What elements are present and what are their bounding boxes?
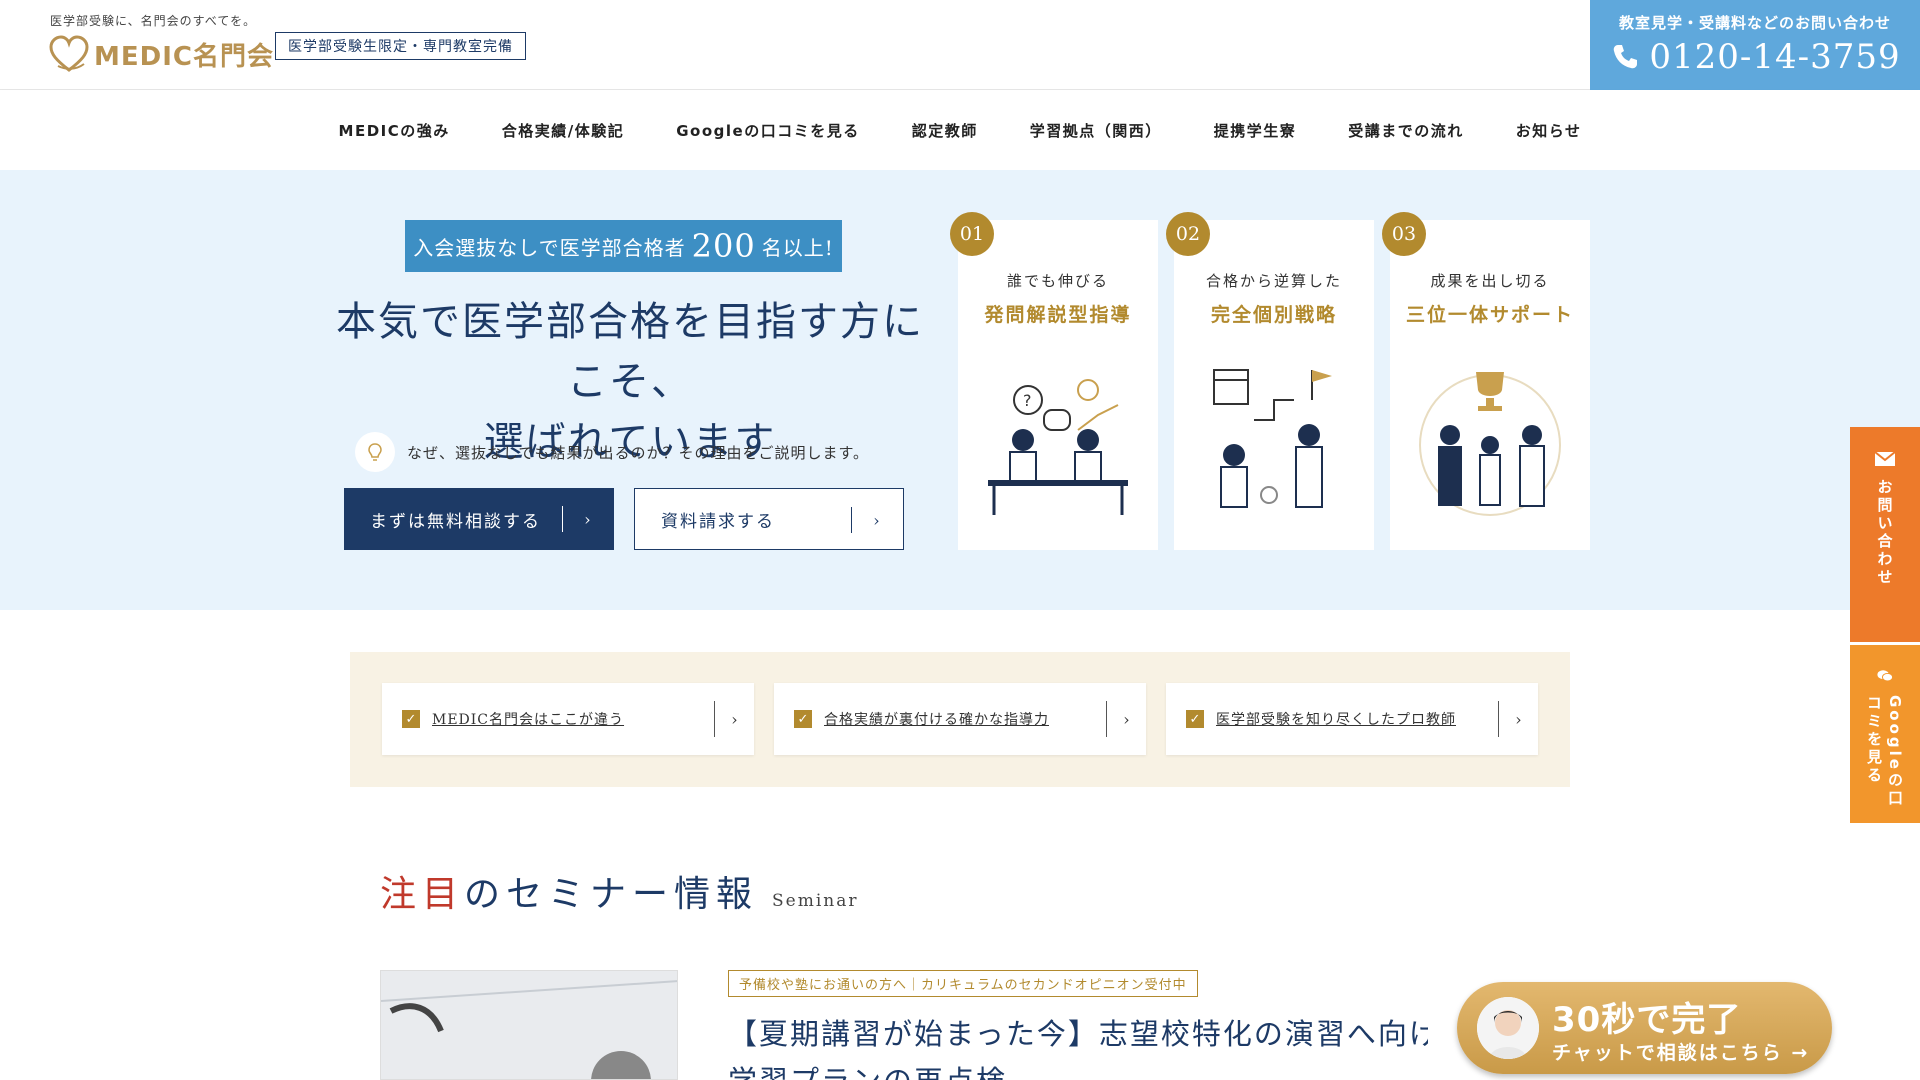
- phone-number[interactable]: 0120-14-3759: [1649, 37, 1900, 77]
- chevron-right-icon: ›: [1106, 701, 1146, 737]
- hero-section: 入会選抜なしで医学部合格者 200 名以上! 本気で医学部合格を目指す方にこそ、…: [0, 170, 1920, 610]
- avatar: [1477, 997, 1539, 1059]
- ribbon-pre: 入会選抜なしで医学部合格者: [413, 235, 686, 260]
- free-consultation-button[interactable]: まずは無料相談する ›: [344, 488, 614, 550]
- request-brochure-button[interactable]: 資料請求する ›: [634, 488, 904, 550]
- side-tab-google-label: Googleの口コミを見る: [1865, 694, 1904, 808]
- nav-item-results[interactable]: 合格実績/体験記: [476, 120, 650, 141]
- chevron-right-icon: ›: [562, 506, 614, 532]
- phone-icon: [1614, 45, 1638, 69]
- nav-item-dormitory[interactable]: 提携学生寮: [1188, 120, 1323, 141]
- trophy-illustration-icon: [1419, 372, 1561, 516]
- quick-link-teachers[interactable]: ✓ 医学部受験を知り尽くしたプロ教師 ›: [1166, 683, 1538, 755]
- feature-number: 02: [1166, 212, 1210, 256]
- seminar-tag: 予備校や塾にお通いの方へ｜カリキュラムのセカンドオピニオン受付中: [728, 970, 1198, 997]
- side-tab-contact[interactable]: お問い合わせ: [1850, 427, 1920, 642]
- seminar-photo-image: [381, 971, 677, 1079]
- nav-item-google-reviews[interactable]: Googleの口コミを見る: [650, 120, 885, 141]
- quick-link-label: 医学部受験を知り尽くしたプロ教師: [1216, 712, 1456, 728]
- phone-contact-box[interactable]: 教室見学・受講料などのお問い合わせ 0120-14-3759: [1590, 0, 1920, 90]
- ribbon-number: 200: [691, 227, 756, 265]
- side-tab-google-reviews[interactable]: Googleの口コミを見る: [1850, 645, 1920, 823]
- quick-link-label: MEDIC名門会はここが違う: [432, 712, 625, 728]
- chevron-right-icon: ›: [714, 701, 754, 737]
- quick-link-label: 合格実績が裏付ける確かな指導力: [824, 712, 1049, 728]
- checkbox-icon: ✓: [402, 710, 420, 728]
- feature-number: 01: [950, 212, 994, 256]
- phone-caption: 教室見学・受講料などのお問い合わせ: [1618, 14, 1891, 32]
- chat-banner-cta: チャットで相談はこちら →: [1552, 1042, 1810, 1064]
- feature-title: 発問解説型指導: [984, 304, 1132, 326]
- checkbox-icon: ✓: [1186, 710, 1204, 728]
- ribbon-post: 名以上!: [761, 235, 834, 260]
- seminar-title[interactable]: 【夏期講習が始まった今】志望校特化の演習へ向け: [728, 1010, 1428, 1058]
- heart-logo-icon: [49, 35, 89, 72]
- side-tab-contact-label: お問い合わせ: [1875, 479, 1894, 587]
- site-header: 医学部受験に、名門会のすべてを。 MEDIC名門会 医学部受験生限定・専門教室完…: [0, 0, 1920, 90]
- logo-text: MEDIC名門会: [94, 41, 274, 72]
- teaching-illustration-icon: ?: [988, 379, 1128, 515]
- free-consultation-label: まずは無料相談する: [370, 511, 541, 532]
- site-tagline: 医学部受験に、名門会のすべてを。: [50, 14, 257, 28]
- nav-item-news[interactable]: お知らせ: [1490, 120, 1608, 141]
- feature-title: 完全個別戦略: [1210, 304, 1337, 326]
- seminar-heading-accent: 注目: [380, 874, 465, 915]
- seminar-heading: 注目のセミナー情報 Seminar: [380, 865, 859, 917]
- seminar-heading-rest: のセミナー情報: [464, 874, 759, 915]
- svg-text:?: ?: [1023, 391, 1032, 410]
- checkbox-icon: ✓: [794, 710, 812, 728]
- feature-card-1[interactable]: 01 誰でも伸びる 発問解説型指導 ?: [950, 212, 1158, 550]
- lightbulb-icon: [355, 432, 395, 472]
- feature-card-3[interactable]: 03 成果を出し切る 三位一体サポート: [1382, 212, 1590, 550]
- strategy-illustration-icon: [1213, 369, 1332, 508]
- nav-item-teachers[interactable]: 認定教師: [886, 120, 1004, 141]
- quick-links-box: ✓ MEDIC名門会はここが違う › ✓ 合格実績が裏付ける確かな指導力 › ✓…: [350, 652, 1570, 787]
- header-badge: 医学部受験生限定・専門教室完備: [275, 32, 526, 60]
- chevron-right-icon: ›: [1498, 701, 1538, 737]
- chat-banner-headline: 30秒で完了: [1552, 1000, 1742, 1040]
- feature-subtitle: 成果を出し切る: [1430, 272, 1550, 290]
- feature-card-2[interactable]: 02 合格から逆算した 完全個別戦略: [1166, 212, 1374, 550]
- chevron-right-icon: ›: [851, 507, 903, 533]
- quick-link-difference[interactable]: ✓ MEDIC名門会はここが違う ›: [382, 683, 754, 755]
- feature-subtitle: 合格から逆算した: [1205, 272, 1342, 290]
- site-logo[interactable]: MEDIC名門会: [48, 34, 274, 74]
- nav-item-flow[interactable]: 受講までの流れ: [1322, 120, 1490, 141]
- nav-item-locations[interactable]: 学習拠点（関西）: [1004, 120, 1188, 141]
- hero-ribbon: 入会選抜なしで医学部合格者 200 名以上!: [405, 220, 842, 272]
- chat-bubble-icon: [1877, 670, 1894, 682]
- feature-number: 03: [1382, 212, 1426, 256]
- chat-consultation-banner[interactable]: 30秒で完了 チャットで相談はこちら →: [1457, 982, 1832, 1074]
- hero-reason[interactable]: なぜ、選抜なしでも結果が出るのか？その理由をご説明します。: [355, 432, 869, 472]
- mail-icon: [1874, 451, 1896, 466]
- quick-link-results[interactable]: ✓ 合格実績が裏付ける確かな指導力 ›: [774, 683, 1146, 755]
- nav-item-strengths[interactable]: MEDICの強み: [313, 120, 476, 141]
- main-nav: MEDICの強み 合格実績/体験記 Googleの口コミを見る 認定教師 学習拠…: [0, 90, 1920, 170]
- hero-title-line1: 本気で医学部合格を目指す方にこそ、: [336, 299, 924, 405]
- seminar-heading-en: Seminar: [772, 891, 859, 911]
- request-brochure-label: 資料請求する: [661, 511, 775, 532]
- feature-title: 三位一体サポート: [1405, 304, 1574, 326]
- feature-subtitle: 誰でも伸びる: [1006, 272, 1109, 290]
- seminar-photo[interactable]: [380, 970, 678, 1080]
- seminar-title-line2[interactable]: 学習プランの再点検: [728, 1058, 1007, 1080]
- hero-reason-text: なぜ、選抜なしでも結果が出るのか？その理由をご説明します。: [407, 443, 870, 462]
